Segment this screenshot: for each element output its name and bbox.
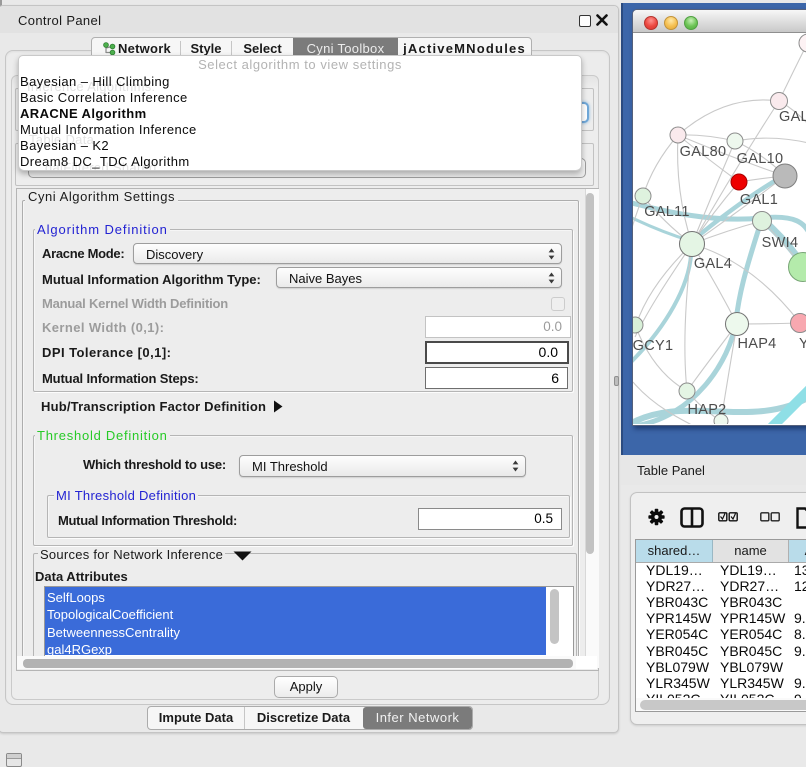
svg-text:YMR: YMR xyxy=(799,336,806,352)
svg-text:GAL11: GAL11 xyxy=(644,204,690,220)
svg-text:GAL80: GAL80 xyxy=(680,144,727,160)
svg-text:GAL2: GAL2 xyxy=(779,109,806,125)
svg-text:GAL1: GAL1 xyxy=(740,192,778,208)
svg-text:HAP2: HAP2 xyxy=(687,402,726,418)
svg-text:GAL4: GAL4 xyxy=(694,256,732,272)
svg-text:SWI4: SWI4 xyxy=(762,235,799,251)
svg-text:HAP4: HAP4 xyxy=(737,336,776,352)
svg-text:GAL10: GAL10 xyxy=(737,151,784,167)
svg-text:GCY1: GCY1 xyxy=(633,338,673,354)
